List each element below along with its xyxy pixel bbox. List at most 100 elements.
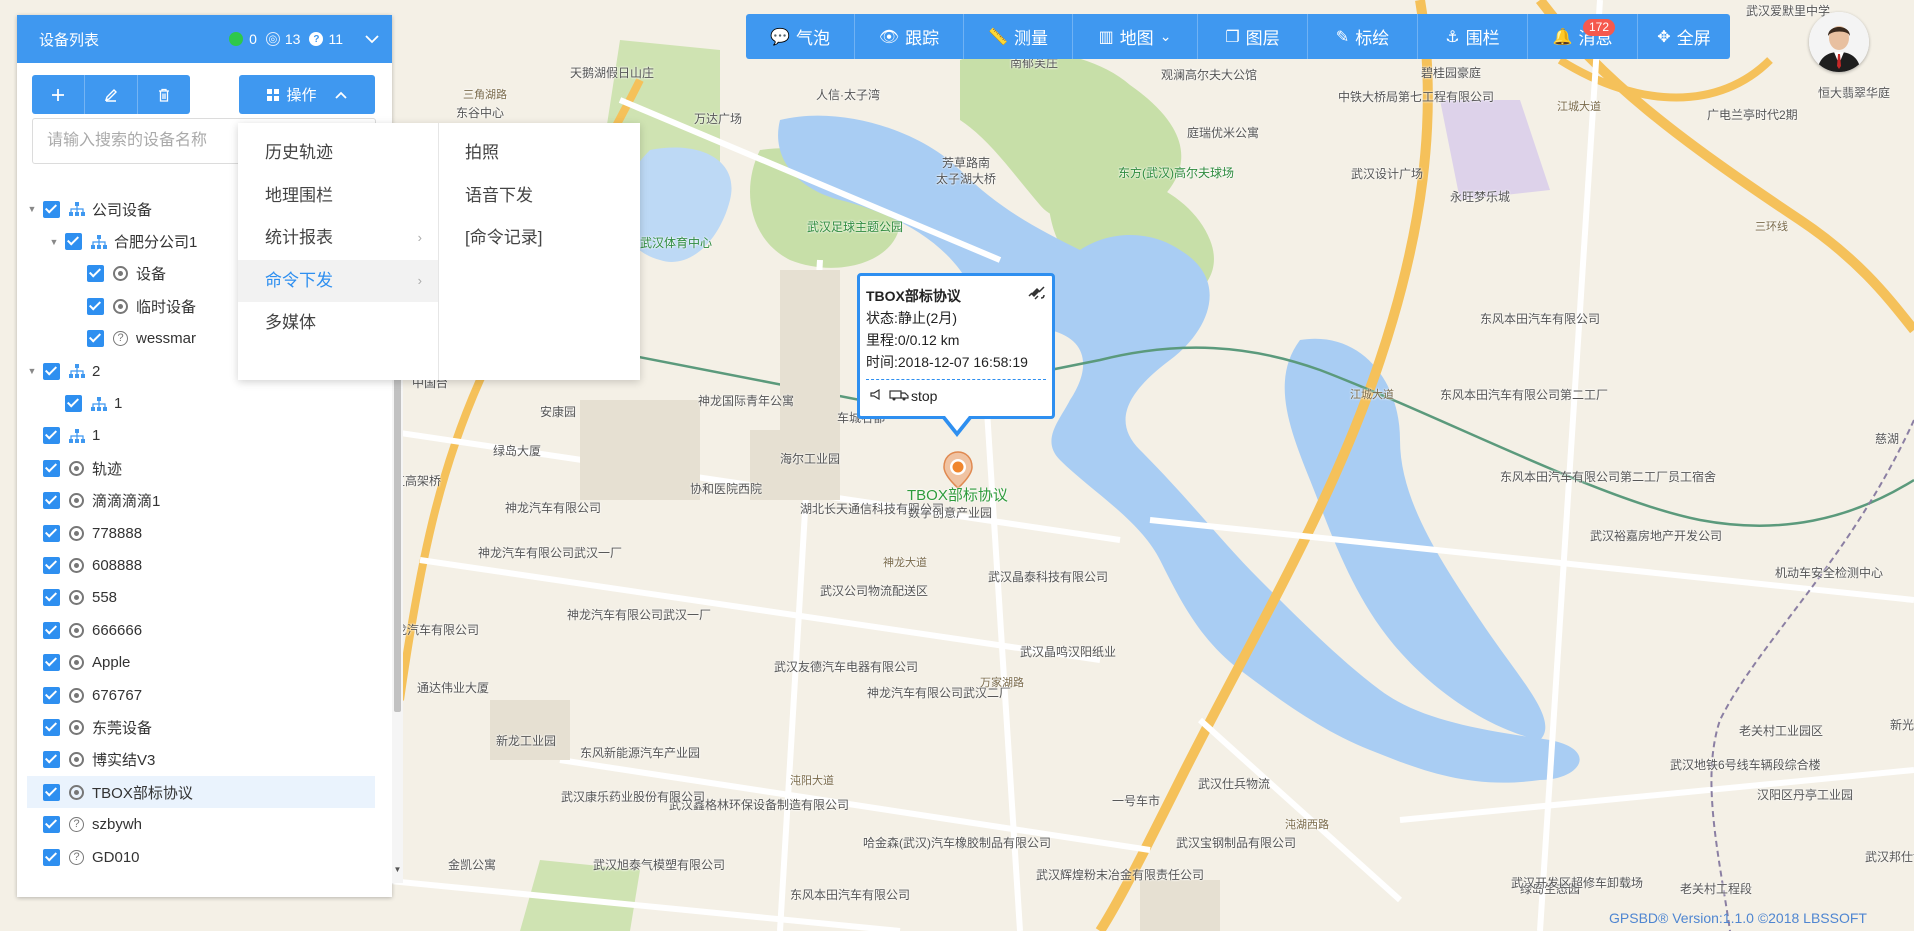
map-poi-label: 海尔工业园 <box>780 452 841 466</box>
node-checkbox[interactable] <box>43 654 60 672</box>
tree-device-node[interactable]: Apple <box>27 646 375 678</box>
delete-device-button[interactable] <box>138 75 190 114</box>
map-poi-label: 东风本田汽车有限公司第二工厂员工宿舍 <box>1500 470 1717 484</box>
node-checkbox[interactable] <box>43 492 60 510</box>
tree-group-node[interactable]: 1 <box>27 420 375 452</box>
edit-device-button[interactable] <box>85 75 138 114</box>
node-checkbox[interactable] <box>43 362 60 380</box>
toolbar-brush-button[interactable]: ✎ 标绘 <box>1308 14 1418 59</box>
tree-device-node[interactable]: 东莞设备 <box>27 711 375 743</box>
tree-device-node[interactable]: 博实结V3 <box>27 744 375 776</box>
toolbar-layers-button[interactable]: ❐ 图层 <box>1198 14 1308 59</box>
map-poi-label: 武汉设计广场 <box>1351 167 1424 181</box>
message-count-badge: 172 <box>1582 19 1615 36</box>
node-checkbox[interactable] <box>65 395 82 413</box>
operation-button[interactable]: 操作 <box>239 75 375 114</box>
node-checkbox[interactable] <box>43 427 60 445</box>
chevron-down-icon[interactable] <box>352 31 392 47</box>
tree-device-node[interactable]: TBOX部标协议 <box>27 776 375 809</box>
caret-down-icon[interactable]: ▼ <box>27 366 37 376</box>
node-checkbox[interactable] <box>43 686 60 704</box>
megaphone-icon[interactable] <box>870 385 883 407</box>
toolbar-comment-button[interactable]: 💬 气泡 <box>746 14 855 59</box>
map-poi-label: 三角湖路 <box>463 89 507 101</box>
add-device-button[interactable] <box>32 75 85 114</box>
toolbar-button-label: 地图 <box>1119 29 1154 48</box>
offline-count-value: 13 <box>284 31 301 47</box>
tree-device-node[interactable]: 608888 <box>27 549 375 581</box>
scroll-down-arrow-icon[interactable]: ▼ <box>392 865 403 874</box>
operation-menu-item[interactable]: 多媒体 <box>238 302 438 345</box>
node-checkbox[interactable] <box>87 265 104 283</box>
node-checkbox[interactable] <box>43 783 60 801</box>
map-poi-label: 武汉宝钢制品有限公司 <box>1176 836 1297 850</box>
popup-pointer-inner <box>945 416 969 431</box>
tree-device-node[interactable]: 778888 <box>27 517 375 549</box>
operation-menu-item[interactable]: 命令下发 › <box>238 259 438 302</box>
operation-menu-item[interactable]: 拍照 <box>439 132 640 175</box>
tree-group-node[interactable]: 1 <box>27 387 375 419</box>
popup-time: 时间:2018-12-07 16:58:19 <box>866 354 1028 370</box>
toolbar-ruler-button[interactable]: 📏 测量 <box>964 14 1073 59</box>
stop-action-link[interactable]: stop <box>911 385 937 407</box>
map-poi-label: 武汉开发区超修车卸载场 <box>1511 876 1644 890</box>
node-checkbox[interactable] <box>43 556 60 574</box>
map-poi-label: 武汉爱默里中学 <box>1746 4 1831 18</box>
operation-menu-item[interactable]: 地理围栏 <box>238 175 438 218</box>
toolbar-map-button[interactable]: ▥ 地图 ⌄ <box>1073 14 1198 59</box>
tree-node-label: 2 <box>92 362 101 380</box>
node-checkbox[interactable] <box>43 589 60 607</box>
tree-device-node[interactable]: 676767 <box>27 679 375 711</box>
tree-node-label: wessmar <box>136 330 197 348</box>
node-checkbox[interactable] <box>43 621 60 639</box>
operation-menu-item[interactable]: 语音下发 <box>439 175 640 218</box>
tree-device-node[interactable]: 轨迹 <box>27 452 375 484</box>
node-checkbox[interactable] <box>43 751 60 769</box>
tree-device-node[interactable]: 滴滴滴滴1 <box>27 485 375 517</box>
map-poi-label: 武汉晶泰科技有限公司 <box>988 570 1109 584</box>
bell-icon: 🔔 <box>1552 28 1573 46</box>
tree-device-node[interactable]: ? GD010 <box>27 841 375 873</box>
node-checkbox[interactable] <box>87 330 104 348</box>
tree-device-node[interactable]: 558 <box>27 582 375 614</box>
toolbar-arrows-button[interactable]: ✥ 全屏 <box>1638 14 1730 59</box>
tree-node-label: 608888 <box>92 556 143 574</box>
tree-node-label: 滴滴滴滴1 <box>92 493 161 511</box>
toolbar-eye-button[interactable]: 👁 跟踪 <box>855 14 964 59</box>
tree-device-node[interactable]: 666666 <box>27 614 375 646</box>
tree-node-label: szbywh <box>92 816 143 834</box>
menu-item-label: 命令下发 <box>265 270 333 290</box>
node-checkbox[interactable] <box>43 200 60 218</box>
node-checkbox[interactable] <box>65 233 82 251</box>
tree-device-node[interactable]: ? szbywh <box>27 808 375 840</box>
node-checkbox[interactable] <box>43 524 60 542</box>
tree-node-label: GD010 <box>92 848 140 866</box>
operation-menu-item[interactable]: 历史轨迹 <box>238 132 438 175</box>
operation-menu-item[interactable]: 统计报表 › <box>238 217 438 260</box>
map-poi-label: 江城大道 <box>1557 101 1601 113</box>
node-checkbox[interactable] <box>43 459 60 477</box>
user-avatar[interactable] <box>1809 12 1869 72</box>
wheel-icon <box>68 460 85 477</box>
truck-icon[interactable] <box>889 385 909 407</box>
node-checkbox[interactable] <box>43 816 60 834</box>
caret-down-icon[interactable]: ▼ <box>27 204 37 214</box>
map-poi-label: 芳草路南 <box>942 156 991 170</box>
node-checkbox[interactable] <box>43 718 60 736</box>
org-tree-icon <box>90 395 107 412</box>
toolbar-fence-button[interactable]: ⚓ 围栏 <box>1418 14 1528 59</box>
tree-node-label: 1 <box>114 395 123 413</box>
node-checkbox[interactable] <box>87 297 104 315</box>
tree-scrollbar-thumb[interactable] <box>394 360 401 712</box>
map-poi-label: 武汉邦仕博石化有限公司 <box>1865 850 1914 864</box>
map-poi-label: 中铁大桥局第七工程有限公司 <box>1338 90 1495 104</box>
caret-down-icon[interactable]: ▼ <box>49 237 59 247</box>
operation-label: 操作 <box>286 87 317 104</box>
toolbar-bell-button[interactable]: 🔔 消息 172 <box>1528 14 1638 59</box>
map-poi-label: 武汉足球主题公园 <box>807 220 904 234</box>
node-checkbox[interactable] <box>43 848 60 866</box>
operation-menu-item[interactable]: [命令记录] <box>439 217 640 260</box>
toolbar-button-label: 图层 <box>1245 29 1280 48</box>
popup-device-name: TBOX部标协议 <box>866 288 961 304</box>
map-poi-label: 金凯公寓 <box>448 858 497 872</box>
